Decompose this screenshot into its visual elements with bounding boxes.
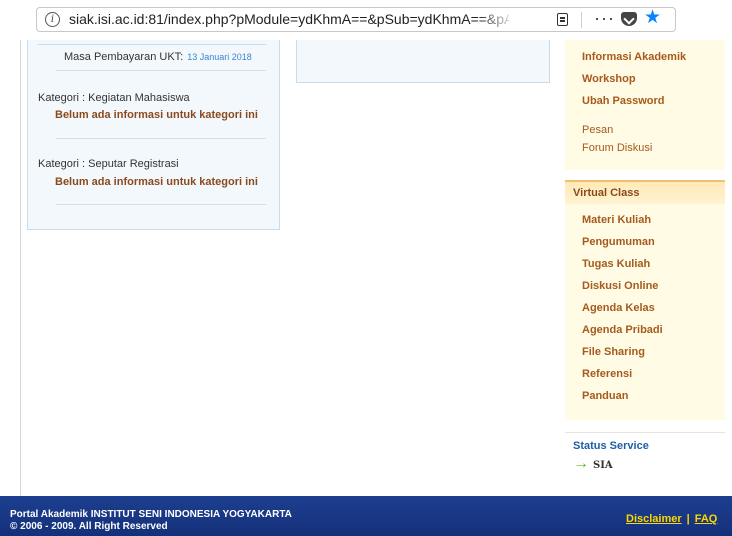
ukt-payment-info: Masa Pembayaran UKT: 13 Januari 2018 [64,51,252,63]
vc-item-pengumuman[interactable]: Pengumuman [582,236,655,248]
info-icon[interactable]: i [45,12,60,27]
vc-item-file-sharing[interactable]: File Sharing [582,346,645,358]
category-message: Belum ada informasi untuk kategori ini [55,176,258,188]
content-left-border [20,40,21,496]
footer-portal-name: Portal Akademik INSTITUT SENI INDONESIA … [10,509,292,520]
divider [56,204,266,205]
browser-toolbar: i siak.isi.ac.id:81/index.php?pModule=yd… [0,0,732,40]
category-title: Kategori : Seputar Registrasi [38,158,179,170]
vc-item-agenda-kelas[interactable]: Agenda Kelas [582,302,655,314]
sidebar-item-informasi-akademik[interactable]: Informasi Akademik [582,51,686,63]
vc-item-tugas-kuliah[interactable]: Tugas Kuliah [582,258,650,270]
status-service-sia[interactable]: SIA [593,460,613,471]
arrow-right-icon: → [573,455,589,472]
url-fade [477,8,517,31]
sidebar-item-forum-diskusi[interactable]: Forum Diskusi [582,142,652,154]
divider [56,70,266,71]
vc-item-materi-kuliah[interactable]: Materi Kuliah [582,214,651,226]
ukt-label: Masa Pembayaran UKT: [64,51,184,63]
divider [565,432,725,433]
address-bar-divider [581,12,582,28]
vc-item-referensi[interactable]: Referensi [582,368,632,380]
ukt-date: 13 Januari 2018 [187,52,252,62]
disclaimer-link[interactable]: Disclaimer [626,513,682,525]
vc-item-agenda-pribadi[interactable]: Agenda Pribadi [582,324,663,336]
sidebar-item-ubah-password[interactable]: Ubah Password [582,95,665,107]
vc-item-diskusi-online[interactable]: Diskusi Online [582,280,658,292]
sidebar-item-pesan[interactable]: Pesan [582,124,613,136]
category-message: Belum ada informasi untuk kategori ini [55,109,258,121]
sidebar-item-workshop[interactable]: Workshop [582,73,636,85]
info-panel [27,40,280,230]
footer-separator: | [686,513,690,525]
virtual-class-title: Virtual Class [573,187,640,199]
bookmark-star-icon[interactable]: ★ [644,6,661,29]
footer-links: Disclaimer | FAQ [626,513,717,525]
url-text[interactable]: siak.isi.ac.id:81/index.php?pModule=ydKh… [69,11,509,27]
reader-view-icon[interactable] [557,13,568,26]
pocket-icon[interactable] [621,12,637,26]
main-content-panel [296,40,550,83]
more-icon[interactable]: ··· [594,8,615,29]
status-service-title: Status Service [573,440,649,452]
divider [38,44,266,45]
vc-item-panduan[interactable]: Panduan [582,390,628,402]
category-title: Kategori : Kegiatan Mahasiswa [38,92,190,104]
divider [56,138,266,139]
faq-link[interactable]: FAQ [695,513,718,525]
address-bar[interactable]: i siak.isi.ac.id:81/index.php?pModule=yd… [36,7,676,32]
footer-copyright: © 2006 - 2009. All Right Reserved [10,521,168,532]
